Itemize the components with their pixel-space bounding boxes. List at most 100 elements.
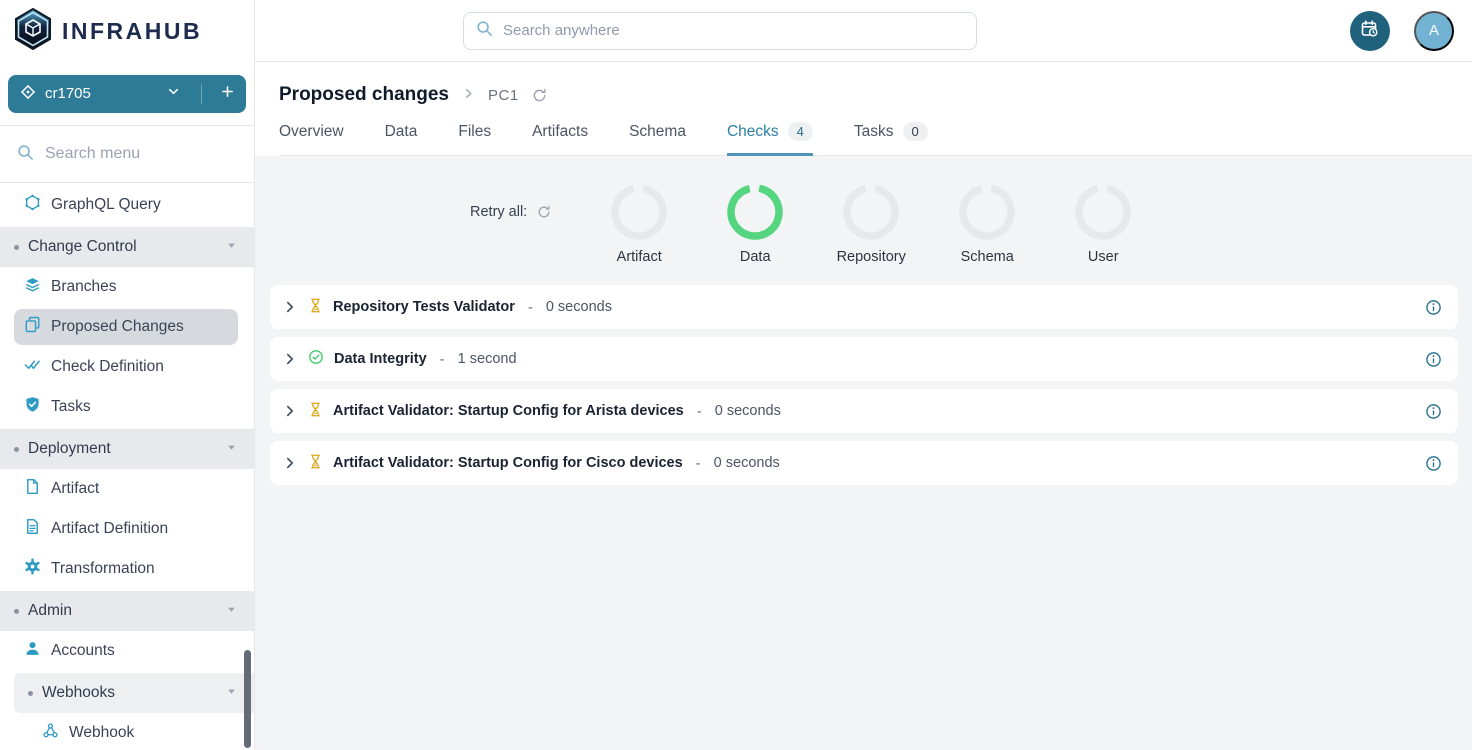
bullet-icon bbox=[14, 245, 19, 250]
progress-ring bbox=[959, 184, 1015, 240]
sidebar-section-webhooks[interactable]: Webhooks bbox=[14, 673, 254, 713]
separator: - bbox=[696, 455, 701, 472]
branch-selector[interactable]: cr1705 bbox=[8, 75, 246, 113]
tab-label: Artifacts bbox=[532, 123, 588, 141]
progress-ring bbox=[843, 184, 899, 240]
sidebar-item-label: Artifact Definition bbox=[51, 520, 168, 538]
tab-bar: Overview Data Files Artifacts Schema Che… bbox=[279, 122, 1472, 156]
ring-user[interactable]: User bbox=[1045, 184, 1161, 265]
validator-duration: 0 seconds bbox=[546, 299, 612, 315]
sidebar-search[interactable] bbox=[0, 126, 254, 183]
sidebar-item-label: Tasks bbox=[51, 398, 91, 416]
avatar[interactable]: A bbox=[1414, 11, 1454, 51]
global-search-input[interactable] bbox=[503, 22, 964, 39]
page-title: Proposed changes bbox=[279, 84, 449, 106]
tab-data[interactable]: Data bbox=[385, 122, 418, 156]
breadcrumb: Proposed changes PC1 bbox=[279, 84, 1472, 106]
tab-artifacts[interactable]: Artifacts bbox=[532, 122, 588, 156]
tab-label: Tasks bbox=[854, 123, 894, 141]
expand-chevron-icon[interactable] bbox=[282, 455, 298, 471]
bullet-icon bbox=[14, 447, 19, 452]
ring-label: Data bbox=[740, 249, 771, 265]
tab-overview[interactable]: Overview bbox=[279, 122, 344, 156]
validator-title: Data Integrity bbox=[334, 351, 427, 367]
retry-all-button[interactable] bbox=[537, 205, 551, 219]
sidebar-item-proposed-changes[interactable]: Proposed Changes bbox=[14, 309, 238, 345]
branch-selector-row: cr1705 bbox=[0, 62, 254, 126]
sidebar-item-webhook[interactable]: Webhook bbox=[0, 713, 254, 750]
ring-label: Artifact bbox=[617, 249, 662, 265]
document-lines-icon bbox=[24, 518, 41, 540]
sidebar-section-change-control[interactable]: Change Control bbox=[0, 227, 254, 267]
ring-data[interactable]: Data bbox=[697, 184, 813, 265]
sidebar-section-deployment[interactable]: Deployment bbox=[0, 429, 254, 469]
expand-chevron-icon[interactable] bbox=[282, 299, 298, 315]
progress-ring bbox=[1075, 184, 1131, 240]
validator-row[interactable]: Data Integrity - 1 second bbox=[270, 337, 1458, 381]
sidebar-item-transformation[interactable]: Transformation bbox=[0, 549, 254, 589]
tab-label: Files bbox=[458, 123, 491, 141]
checks-panel: Retry all: Artifact Data bbox=[255, 156, 1472, 750]
calendar-clock-icon bbox=[1360, 19, 1380, 42]
sidebar-item-accounts[interactable]: Accounts bbox=[0, 631, 254, 671]
graphql-icon bbox=[24, 194, 41, 216]
expand-chevron-icon[interactable] bbox=[282, 403, 298, 419]
sidebar-item-check-definition[interactable]: Check Definition bbox=[0, 347, 254, 387]
validator-row[interactable]: Artifact Validator: Startup Config for C… bbox=[270, 441, 1458, 485]
sidebar-item-label: Check Definition bbox=[51, 358, 164, 376]
chevron-down-icon bbox=[226, 238, 237, 256]
sidebar-item-branches[interactable]: Branches bbox=[0, 267, 254, 307]
branches-icon bbox=[24, 276, 41, 298]
tab-files[interactable]: Files bbox=[458, 122, 491, 156]
validator-duration: 0 seconds bbox=[715, 403, 781, 419]
ring-repository[interactable]: Repository bbox=[813, 184, 929, 265]
tab-schema[interactable]: Schema bbox=[629, 122, 686, 156]
logo[interactable]: INFRAHUB bbox=[0, 0, 254, 62]
refresh-button[interactable] bbox=[532, 88, 547, 103]
document-icon bbox=[24, 478, 41, 500]
info-icon[interactable] bbox=[1425, 455, 1442, 472]
sidebar-item-artifact-definition[interactable]: Artifact Definition bbox=[0, 509, 254, 549]
progress-ring bbox=[727, 184, 783, 240]
tab-label: Checks bbox=[727, 123, 779, 141]
info-icon[interactable] bbox=[1425, 403, 1442, 420]
proposed-changes-icon bbox=[24, 316, 41, 338]
person-icon bbox=[24, 640, 41, 662]
info-icon[interactable] bbox=[1425, 299, 1442, 316]
validator-row[interactable]: Repository Tests Validator - 0 seconds bbox=[270, 285, 1458, 329]
divider bbox=[201, 84, 202, 104]
sidebar-item-graphql-query[interactable]: GraphQL Query bbox=[0, 185, 254, 225]
sidebar-section-admin[interactable]: Admin bbox=[0, 591, 254, 631]
info-icon[interactable] bbox=[1425, 351, 1442, 368]
sidebar-item-tasks[interactable]: Tasks bbox=[0, 387, 254, 427]
time-travel-button[interactable] bbox=[1350, 11, 1390, 51]
ring-label: Schema bbox=[961, 249, 1014, 265]
sidebar-item-label: Webhook bbox=[69, 724, 134, 742]
validator-rings: Artifact Data Repository Schema bbox=[581, 184, 1161, 265]
sidebar-search-input[interactable] bbox=[45, 145, 215, 163]
breadcrumb-item[interactable]: PC1 bbox=[488, 87, 519, 104]
ring-artifact[interactable]: Artifact bbox=[581, 184, 697, 265]
avatar-initial: A bbox=[1429, 22, 1439, 39]
separator: - bbox=[528, 299, 533, 316]
tab-tasks[interactable]: Tasks0 bbox=[854, 122, 928, 156]
progress-ring bbox=[611, 184, 667, 240]
tab-checks[interactable]: Checks 4 bbox=[727, 122, 813, 156]
validator-title: Artifact Validator: Startup Config for C… bbox=[333, 455, 683, 471]
global-search[interactable] bbox=[463, 12, 977, 50]
sidebar-item-artifact[interactable]: Artifact bbox=[0, 469, 254, 509]
validator-title: Artifact Validator: Startup Config for A… bbox=[333, 403, 684, 419]
sidebar-section-label: Admin bbox=[28, 602, 72, 620]
validator-row[interactable]: Artifact Validator: Startup Config for A… bbox=[270, 389, 1458, 433]
app-window: INFRAHUB cr1705 bbox=[0, 0, 1472, 750]
checks-summary: Retry all: Artifact Data bbox=[255, 184, 1472, 265]
topbar-actions: A bbox=[1350, 11, 1472, 51]
sidebar: INFRAHUB cr1705 bbox=[0, 0, 255, 750]
expand-chevron-icon[interactable] bbox=[282, 351, 298, 367]
tab-badge: 4 bbox=[788, 122, 813, 141]
ring-schema[interactable]: Schema bbox=[929, 184, 1045, 265]
sidebar-scrollbar[interactable] bbox=[244, 650, 251, 748]
add-branch-icon[interactable] bbox=[221, 85, 234, 102]
tab-label: Overview bbox=[279, 123, 344, 141]
sidebar-item-label: Artifact bbox=[51, 480, 99, 498]
